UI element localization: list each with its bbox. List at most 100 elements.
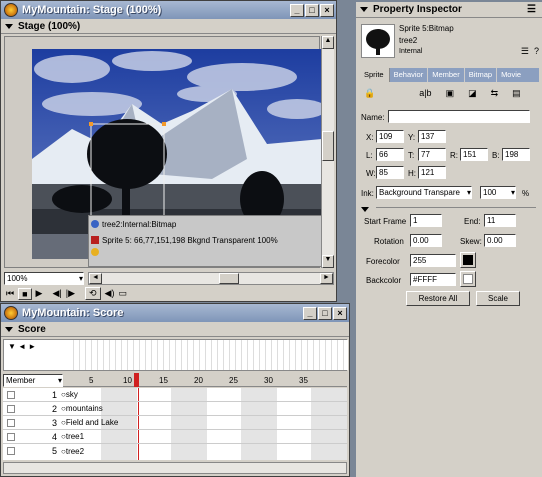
x-label: X: <box>366 133 374 142</box>
channel-toggle[interactable] <box>7 432 15 441</box>
start-frame-label: Start Frame <box>364 217 407 226</box>
channel-number: 3 <box>51 417 57 428</box>
tab-behavior[interactable]: Behavior <box>390 68 429 82</box>
start-frame-field[interactable]: 1 <box>410 214 442 227</box>
frame-ruler[interactable]: 5 10 15 20 25 30 35 <box>63 373 347 387</box>
chevron-down-icon[interactable]: ▾ <box>79 273 83 284</box>
collapse-triangle-icon[interactable] <box>360 7 368 12</box>
stage-panel-header[interactable]: Stage (100%) <box>1 19 336 34</box>
skew-field[interactable]: 0.00 <box>484 234 516 247</box>
play-icon[interactable]: ▶ <box>36 288 43 299</box>
maximize-button[interactable]: □ <box>305 3 319 17</box>
member-dropdown[interactable]: Member ▾ <box>3 373 63 387</box>
flip-icon[interactable]: ⇆ <box>491 88 499 99</box>
playback-controls: ⏮ ■ ▶ ◀| |▶ ⟲ ◀) ▭ <box>6 287 127 300</box>
channel-number: 4 <box>51 431 57 442</box>
list-view-icon[interactable]: ☰ <box>521 46 529 57</box>
name-field[interactable] <box>388 110 530 123</box>
close-button[interactable]: × <box>320 3 334 17</box>
chevron-down-icon[interactable]: ▾ <box>511 187 515 198</box>
y-field[interactable]: 137 <box>418 130 446 143</box>
score-panel-header[interactable]: Score <box>1 322 349 337</box>
stage-titlebar[interactable]: MyMountain: Stage (100%) _ □ × <box>1 1 336 19</box>
close-button[interactable]: × <box>333 306 347 320</box>
frame-number: 25 <box>229 376 238 385</box>
ink-value: Background Transpare <box>379 188 460 197</box>
channel-toggle[interactable] <box>7 404 15 413</box>
collapse-triangle-icon[interactable] <box>5 23 13 29</box>
stage-hscrollbar[interactable]: ◄ ► <box>88 271 334 285</box>
inspector-tabs: Sprite Behavior Member Bitmap Movie <box>359 68 539 82</box>
forecolor-field[interactable]: 255 <box>410 254 456 267</box>
backcolor-chip[interactable] <box>460 271 476 287</box>
lock-icon[interactable]: 🔒 <box>364 88 375 99</box>
stage-vscrollbar[interactable]: ▲ ▼ <box>321 36 334 268</box>
r-field[interactable]: 151 <box>460 148 488 161</box>
stage-panel-label: Stage (100%) <box>18 20 81 32</box>
w-label: W: <box>366 169 376 178</box>
score-titlebar[interactable]: MyMountain: Score _ □ × <box>1 304 349 322</box>
collapse-triangle-icon[interactable] <box>361 207 369 212</box>
chevron-down-icon[interactable]: ▾ <box>58 375 62 386</box>
w-field[interactable]: 85 <box>376 166 404 179</box>
collapse-triangle-icon[interactable] <box>5 326 13 332</box>
channel-row[interactable]: 2 ○mountains <box>3 402 347 416</box>
channel-row[interactable]: 4 ○tree1 <box>3 430 347 444</box>
trails-icon[interactable]: ◪ <box>468 88 477 99</box>
stop-icon[interactable]: ■ <box>18 287 32 300</box>
step-back-icon[interactable]: ◀| <box>52 288 61 299</box>
menu-icon[interactable]: ☰ <box>527 4 536 15</box>
ink-select[interactable]: Background Transpare ▾ <box>376 186 472 199</box>
restore-all-button[interactable]: Restore All <box>406 291 470 306</box>
channel-row[interactable]: 1 ○sky <box>3 388 347 402</box>
maximize-button[interactable]: □ <box>318 306 332 320</box>
sprite-label: tree1 <box>65 432 85 441</box>
h-field[interactable]: 121 <box>418 166 446 179</box>
sprite-overlay[interactable]: tree2:Internal:Bitmap Sprite 5: 66,77,15… <box>88 215 328 267</box>
chevron-down-icon[interactable]: ▾ <box>467 187 471 198</box>
backcolor-field[interactable]: #FFFF <box>410 273 456 286</box>
zoom-select[interactable]: 100% ▾ <box>4 271 84 285</box>
rotation-field[interactable]: 0.00 <box>410 234 442 247</box>
sprite-bar[interactable]: ○tree2 <box>61 447 84 456</box>
forecolor-chip[interactable] <box>460 252 476 268</box>
scale-button[interactable]: Scale <box>476 291 520 306</box>
tab-member[interactable]: Member <box>428 68 465 82</box>
inspector-header[interactable]: Property Inspector ☰ <box>356 2 542 18</box>
tab-sprite[interactable]: Sprite <box>359 68 390 82</box>
sprite-bar[interactable]: ○mountains <box>61 404 103 413</box>
tab-movie[interactable]: Movie <box>497 68 525 82</box>
help-icon[interactable]: ? <box>534 46 539 56</box>
loop-icon[interactable]: ⟲ <box>85 287 101 300</box>
t-field[interactable]: 77 <box>418 148 446 161</box>
tab-bitmap[interactable]: Bitmap <box>465 68 498 82</box>
x-field[interactable]: 109 <box>376 130 404 143</box>
channel-toggle[interactable] <box>7 447 15 455</box>
b-field[interactable]: 198 <box>502 148 530 161</box>
channel-toggle[interactable] <box>7 418 15 427</box>
channel-row[interactable]: 5 ○tree2 <box>3 444 347 458</box>
moveable-icon[interactable]: ▣ <box>446 88 455 99</box>
rewind-icon[interactable]: ⏮ <box>6 288 14 299</box>
tween-icon[interactable]: ▤ <box>512 88 521 99</box>
volume-icon[interactable]: ◀) <box>105 288 115 299</box>
score-special-channels: ▼ ◄ ► <box>3 339 348 371</box>
minimize-button[interactable]: _ <box>303 306 317 320</box>
channel-row[interactable]: 3 ○Field and Lake <box>3 416 347 430</box>
sprite-bar[interactable]: ○Field and Lake <box>61 418 118 427</box>
editable-icon[interactable]: a|b <box>419 88 431 99</box>
score-hscrollbar[interactable] <box>3 462 347 474</box>
channel-toggle[interactable] <box>7 390 15 399</box>
step-forward-icon[interactable]: |▶ <box>66 288 75 299</box>
playhead[interactable] <box>134 373 139 387</box>
sprite-bar[interactable]: ○tree1 <box>61 432 84 441</box>
sprite-bar[interactable]: ○sky <box>61 390 78 399</box>
selected-frames-icon[interactable]: ▭ <box>118 288 127 299</box>
blend-value: 100 <box>483 188 497 197</box>
blend-select[interactable]: 100 ▾ <box>480 186 516 199</box>
minimize-button[interactable]: _ <box>290 3 304 17</box>
end-frame-field[interactable]: 11 <box>484 214 516 227</box>
cast-name: Internal <box>399 48 423 55</box>
l-field[interactable]: 66 <box>376 148 404 161</box>
section-toggle[interactable] <box>361 204 374 214</box>
